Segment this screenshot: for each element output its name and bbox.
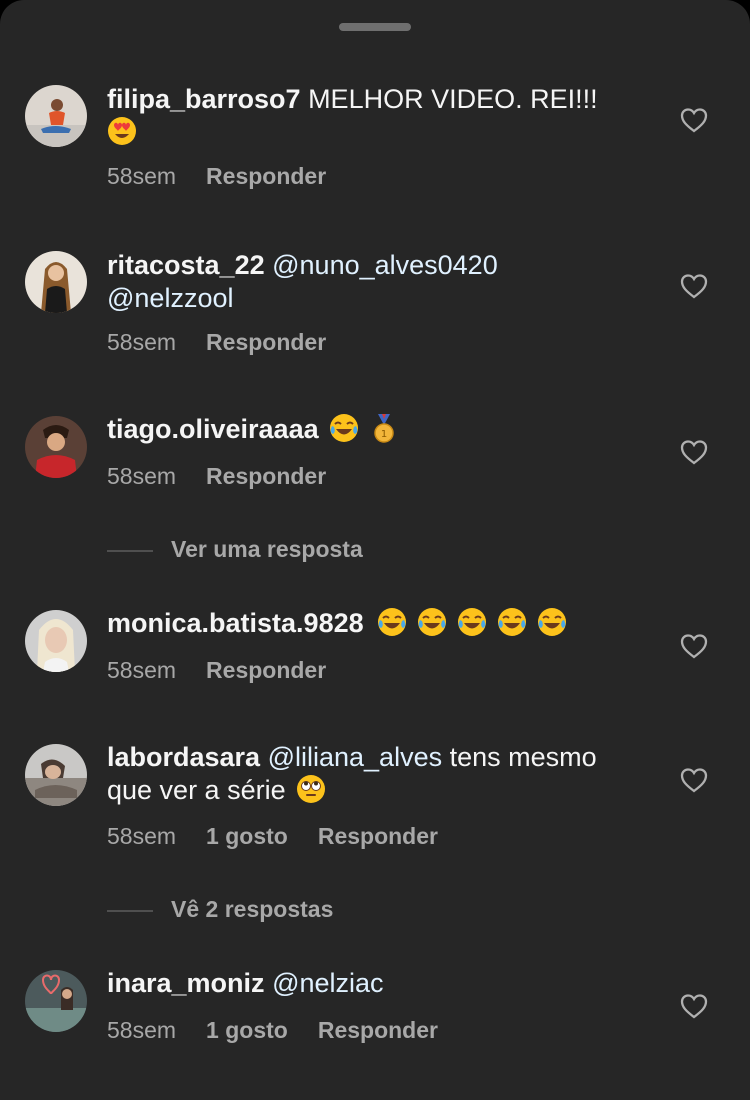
- divider-line: [107, 549, 153, 552]
- reply-button[interactable]: Responder: [206, 656, 326, 684]
- mention-link[interactable]: @nelzzool: [107, 283, 233, 313]
- rolling-eyes-emoji-icon: [296, 774, 326, 804]
- avatar[interactable]: [25, 970, 87, 1032]
- comment-meta: 58sem Responder: [107, 656, 326, 684]
- comment-body: tiago.oliveiraaaa 1: [107, 413, 647, 446]
- comment-timestamp: 58sem: [107, 329, 177, 355]
- first-place-medal-emoji-icon: 1: [369, 413, 399, 443]
- comment-username[interactable]: ritacosta_22: [107, 250, 265, 280]
- comment-timestamp: 58sem: [107, 1017, 177, 1043]
- comment-meta: 58sem 1 gosto Responder: [107, 1016, 438, 1044]
- comment-text: MELHOR VIDEO. REI!!!: [300, 84, 598, 114]
- avatar[interactable]: [25, 744, 87, 806]
- comment-username[interactable]: monica.batista.9828: [107, 608, 364, 638]
- avatar[interactable]: [25, 610, 87, 672]
- view-replies-button[interactable]: Ver uma resposta: [107, 534, 363, 564]
- reply-button[interactable]: Responder: [206, 162, 326, 190]
- comment-timestamp: 58sem: [107, 163, 177, 189]
- tears-of-joy-emoji-icon: [417, 607, 447, 637]
- like-count[interactable]: 1 gosto: [206, 822, 288, 850]
- comment-meta: 58sem Responder: [107, 462, 326, 490]
- heart-outline-icon[interactable]: [680, 273, 708, 299]
- tears-of-joy-emoji-icon: [497, 607, 527, 637]
- comment-username[interactable]: filipa_barroso7: [107, 84, 301, 114]
- view-replies-label: Ver uma resposta: [171, 536, 363, 562]
- comment-body: inara_moniz @nelziac: [107, 967, 647, 1000]
- heart-outline-icon[interactable]: [680, 633, 708, 659]
- reply-button[interactable]: Responder: [318, 1016, 438, 1044]
- drag-handle[interactable]: [339, 23, 411, 31]
- heart-eyes-emoji-icon: [107, 116, 137, 146]
- reply-button[interactable]: Responder: [206, 462, 326, 490]
- comment-timestamp: 58sem: [107, 823, 177, 849]
- comment-body: filipa_barroso7 MELHOR VIDEO. REI!!!: [107, 83, 647, 149]
- comment-meta: 58sem Responder: [107, 162, 326, 190]
- comment-timestamp: 58sem: [107, 657, 177, 683]
- tears-of-joy-emoji-icon: [457, 607, 487, 637]
- like-count[interactable]: 1 gosto: [206, 1016, 288, 1044]
- comment-timestamp: 58sem: [107, 463, 177, 489]
- reply-button[interactable]: Responder: [318, 822, 438, 850]
- mention-link[interactable]: @liliana_alves: [268, 742, 443, 772]
- comment-username[interactable]: inara_moniz: [107, 968, 265, 998]
- heart-outline-icon[interactable]: [680, 107, 708, 133]
- comment-username[interactable]: labordasara: [107, 742, 260, 772]
- divider-line: [107, 909, 153, 912]
- avatar[interactable]: [25, 251, 87, 313]
- svg-text:1: 1: [381, 429, 387, 440]
- reply-button[interactable]: Responder: [206, 328, 326, 356]
- comments-sheet: filipa_barroso7 MELHOR VIDEO. REI!!! 58s…: [0, 0, 750, 1100]
- tears-of-joy-emoji-icon: [537, 607, 567, 637]
- view-replies-label: Vê 2 respostas: [171, 896, 334, 922]
- comment-body: labordasara @liliana_alves tens mesmo qu…: [107, 741, 647, 807]
- view-replies-button[interactable]: Vê 2 respostas: [107, 894, 333, 924]
- comment-meta: 58sem Responder: [107, 328, 326, 356]
- heart-outline-icon[interactable]: [680, 439, 708, 465]
- heart-outline-icon[interactable]: [680, 993, 708, 1019]
- avatar[interactable]: [25, 416, 87, 478]
- tears-of-joy-emoji-icon: [377, 607, 407, 637]
- avatar[interactable]: [25, 85, 87, 147]
- comment-body: monica.batista.9828: [107, 607, 647, 640]
- comment-body: ritacosta_22 @nuno_alves0420 @nelzzool: [107, 249, 647, 315]
- heart-outline-icon[interactable]: [680, 767, 708, 793]
- tears-of-joy-emoji-icon: [329, 413, 359, 443]
- comment-meta: 58sem 1 gosto Responder: [107, 822, 438, 850]
- mention-link[interactable]: @nelziac: [272, 968, 383, 998]
- mention-link[interactable]: @nuno_alves0420: [272, 250, 498, 280]
- comment-username[interactable]: tiago.oliveiraaaa: [107, 414, 319, 444]
